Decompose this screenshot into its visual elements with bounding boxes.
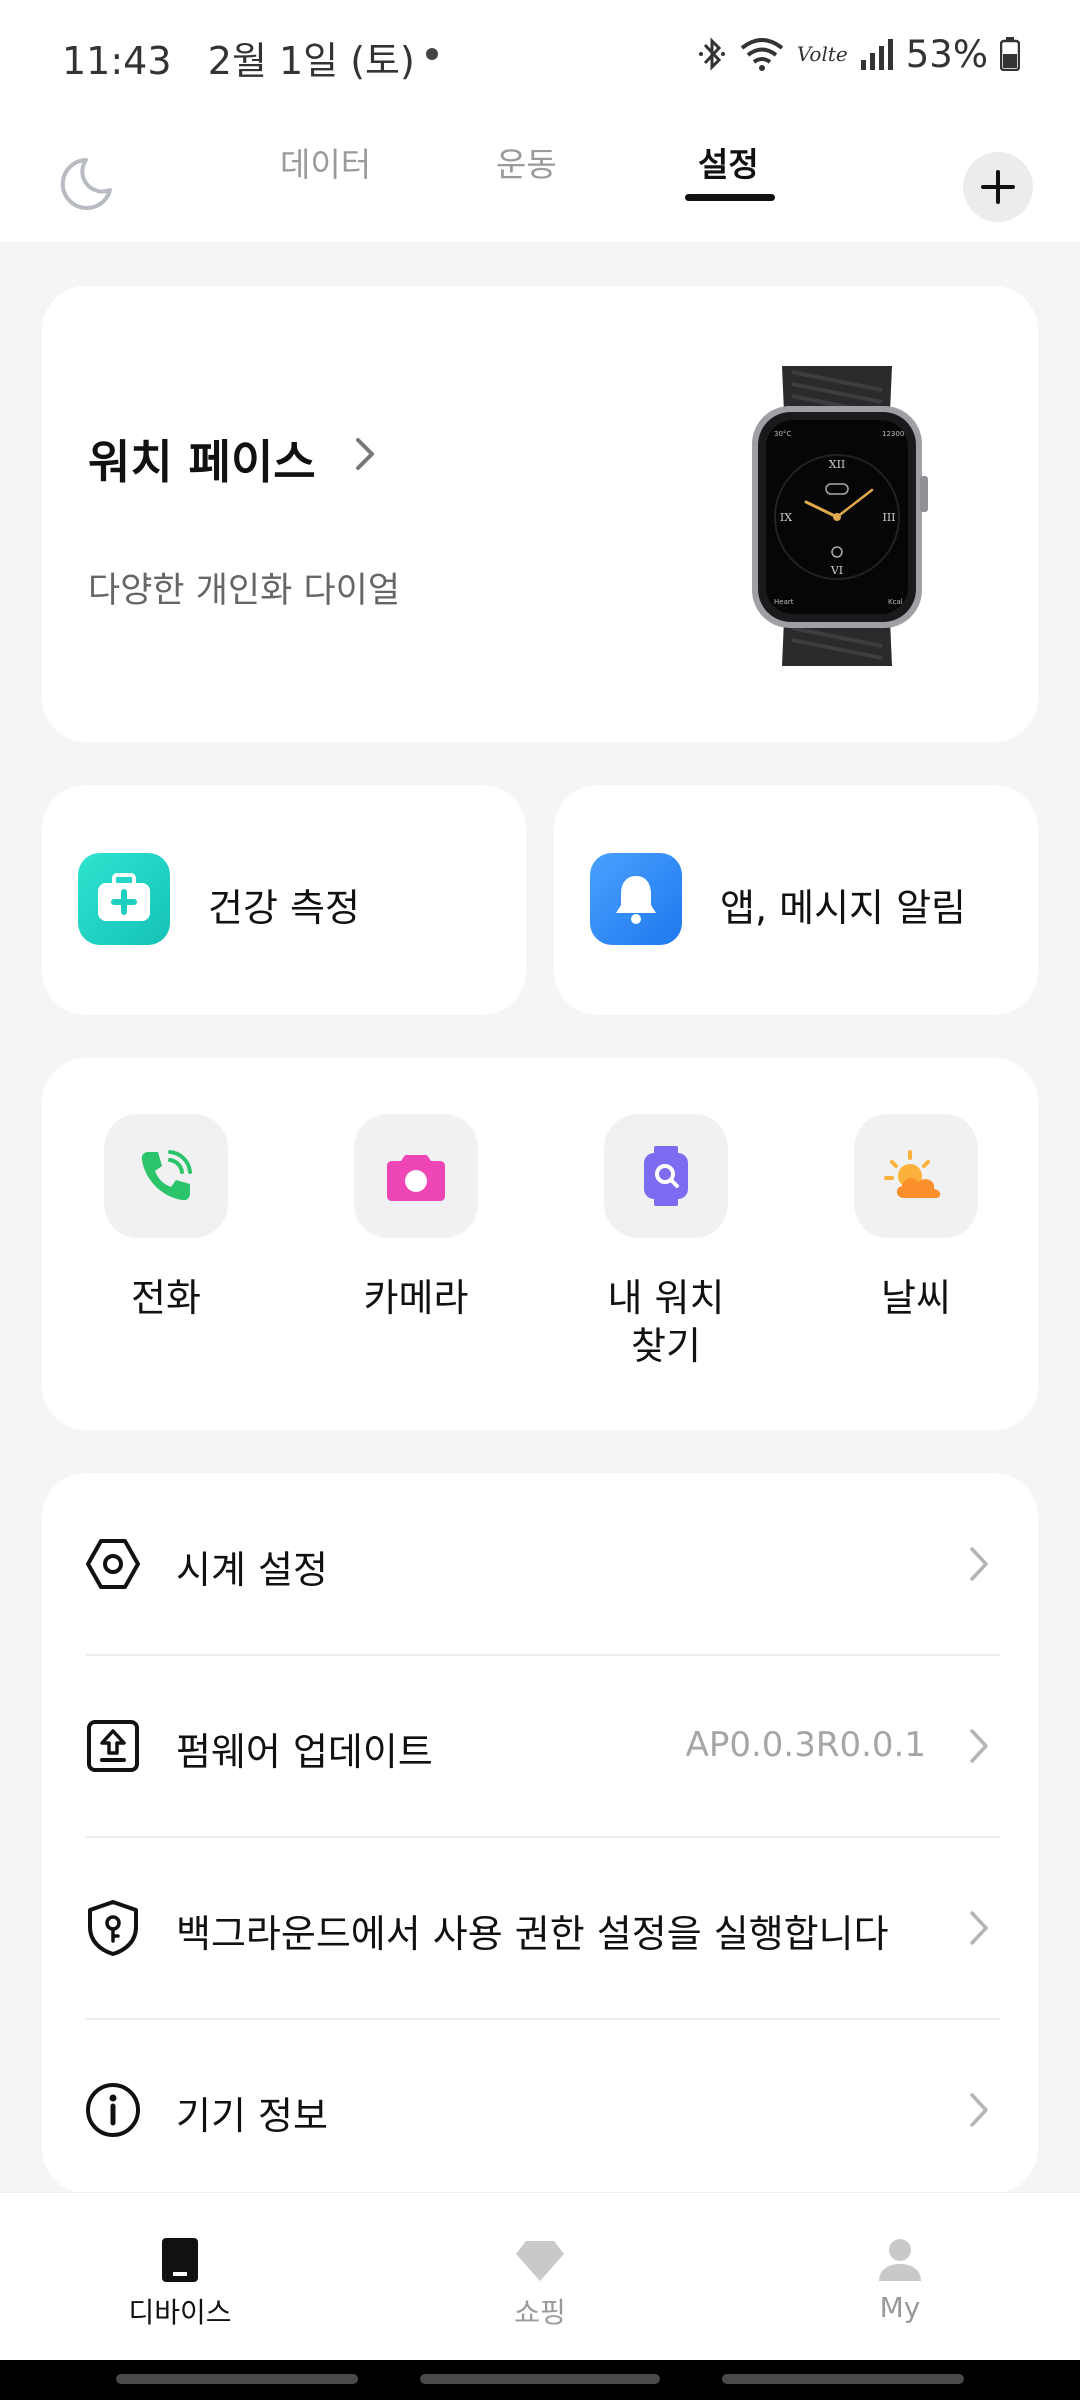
bottom-tab-shopping[interactable]: 쇼핑 bbox=[440, 2231, 640, 2331]
app-notification-label: 앱, 메시지 알림 bbox=[720, 886, 966, 930]
plus-icon bbox=[981, 170, 1015, 204]
svg-text:XII: XII bbox=[829, 458, 846, 471]
quick-action-weather-label: 날씨 bbox=[881, 1276, 951, 1320]
firmware-update-label: 펌웨어 업데이트 bbox=[176, 1730, 433, 1774]
recent-apps-handle[interactable] bbox=[116, 2374, 358, 2384]
moon-icon[interactable] bbox=[56, 154, 116, 214]
bottom-tab-shopping-label: 쇼핑 bbox=[514, 2296, 566, 2329]
quick-action-weather[interactable]: 날씨 bbox=[816, 1114, 1016, 1322]
camera-icon bbox=[354, 1114, 478, 1238]
device-info-label: 기기 정보 bbox=[176, 2094, 328, 2138]
quick-action-phone[interactable]: 전화 bbox=[66, 1114, 266, 1322]
bottom-navigation: 디바이스 쇼핑 My bbox=[0, 2192, 1080, 2360]
chevron-right-icon bbox=[356, 438, 374, 470]
battery-icon bbox=[1000, 37, 1020, 71]
firmware-version: AP0.0.3R0.0.1 bbox=[685, 1725, 926, 1765]
quick-action-camera[interactable]: 카메라 bbox=[316, 1114, 516, 1322]
tab-exercise[interactable]: 운동 bbox=[496, 138, 557, 186]
bluetooth-icon bbox=[698, 37, 725, 71]
background-permission-label: 백그라운드에서 사용 권한 설정을 실행합니다 bbox=[176, 1912, 889, 1956]
weather-icon bbox=[854, 1114, 978, 1238]
hexagon-settings-icon bbox=[86, 1539, 140, 1589]
list-item-firmware-update[interactable]: 펌웨어 업데이트 AP0.0.3R0.0.1 bbox=[42, 1655, 1038, 1837]
wifi-icon bbox=[740, 38, 784, 71]
watch-face-subtitle: 다양한 개인화 다이얼 bbox=[88, 571, 401, 611]
svg-text:Kcal: Kcal bbox=[888, 598, 903, 606]
signal-icon bbox=[860, 39, 893, 70]
smartwatch-image: XII VI IX III 30°C 12300 Heart Kcal bbox=[752, 366, 928, 666]
health-measurement-card[interactable]: 건강 측정 bbox=[42, 785, 526, 1015]
bell-icon bbox=[590, 853, 682, 945]
chevron-right-icon bbox=[970, 1547, 988, 1581]
watch-face-card[interactable]: 워치 페이스 다양한 개인화 다이얼 XII VI IX III 30°C 12… bbox=[42, 286, 1038, 742]
tab-data[interactable]: 데이터 bbox=[280, 138, 371, 186]
list-item-device-info[interactable]: 기기 정보 bbox=[42, 2019, 1038, 2201]
top-navigation: 데이터 운동 설정 bbox=[0, 110, 1080, 242]
list-item-watch-settings[interactable]: 시계 설정 bbox=[42, 1473, 1038, 1655]
quick-action-find-watch[interactable]: 내 워치 찾기 bbox=[566, 1114, 766, 1370]
find-watch-icon bbox=[604, 1114, 728, 1238]
quick-action-phone-label: 전화 bbox=[131, 1276, 201, 1320]
volte-icon: Volte bbox=[796, 42, 848, 66]
device-icon bbox=[162, 2238, 198, 2282]
shield-key-icon bbox=[88, 1900, 138, 1956]
bottom-tab-my-label: My bbox=[879, 2291, 921, 2324]
battery-percent: 53% bbox=[905, 32, 988, 76]
tab-settings[interactable]: 설정 bbox=[698, 138, 759, 186]
health-measurement-label: 건강 측정 bbox=[208, 886, 360, 930]
app-notification-card[interactable]: 앱, 메시지 알림 bbox=[554, 785, 1038, 1015]
svg-text:30°C: 30°C bbox=[774, 430, 791, 438]
quick-actions-card: 전화 카메라 내 워치 찾기 날씨 bbox=[42, 1058, 1038, 1430]
firmware-upload-icon bbox=[87, 1720, 139, 1772]
health-kit-icon bbox=[78, 853, 170, 945]
active-tab-indicator bbox=[685, 194, 775, 201]
svg-text:IX: IX bbox=[780, 511, 792, 524]
bottom-tab-device-label: 디바이스 bbox=[128, 2296, 232, 2329]
svg-text:Heart: Heart bbox=[774, 598, 794, 606]
status-bar: 11:43 2월 1일 (토) Volte 53% bbox=[0, 0, 1080, 110]
home-handle[interactable] bbox=[420, 2374, 660, 2384]
system-navigation-bar bbox=[0, 2360, 1080, 2400]
settings-list: 시계 설정 펌웨어 업데이트 AP0.0.3R0.0.1 백그라운드에서 사용 … bbox=[42, 1473, 1038, 2193]
svg-text:III: III bbox=[882, 511, 895, 524]
bottom-tab-device[interactable]: 디바이스 bbox=[80, 2231, 280, 2331]
add-device-button[interactable] bbox=[963, 152, 1033, 222]
watch-settings-label: 시계 설정 bbox=[176, 1548, 328, 1592]
notification-dot bbox=[426, 48, 438, 60]
quick-action-camera-label: 카메라 bbox=[363, 1276, 469, 1320]
info-icon bbox=[86, 2083, 140, 2137]
status-icons: Volte 53% bbox=[697, 26, 1020, 82]
chevron-right-icon bbox=[970, 1911, 988, 1945]
svg-text:12300: 12300 bbox=[882, 430, 904, 438]
list-item-background-permission[interactable]: 백그라운드에서 사용 권한 설정을 실행합니다 bbox=[42, 1837, 1038, 2019]
bottom-tab-my[interactable]: My bbox=[800, 2231, 1000, 2324]
person-icon bbox=[879, 2239, 921, 2281]
quick-action-find-watch-label: 내 워치 찾기 bbox=[607, 1276, 725, 1368]
chevron-right-icon bbox=[970, 1729, 988, 1763]
status-time-date: 11:43 2월 1일 (토) bbox=[62, 39, 415, 83]
chevron-right-icon bbox=[970, 2093, 988, 2127]
diamond-icon bbox=[516, 2241, 564, 2281]
svg-text:VI: VI bbox=[830, 564, 843, 577]
phone-icon bbox=[104, 1114, 228, 1238]
watch-face-title: 워치 페이스 bbox=[88, 435, 316, 489]
back-handle[interactable] bbox=[722, 2374, 964, 2384]
